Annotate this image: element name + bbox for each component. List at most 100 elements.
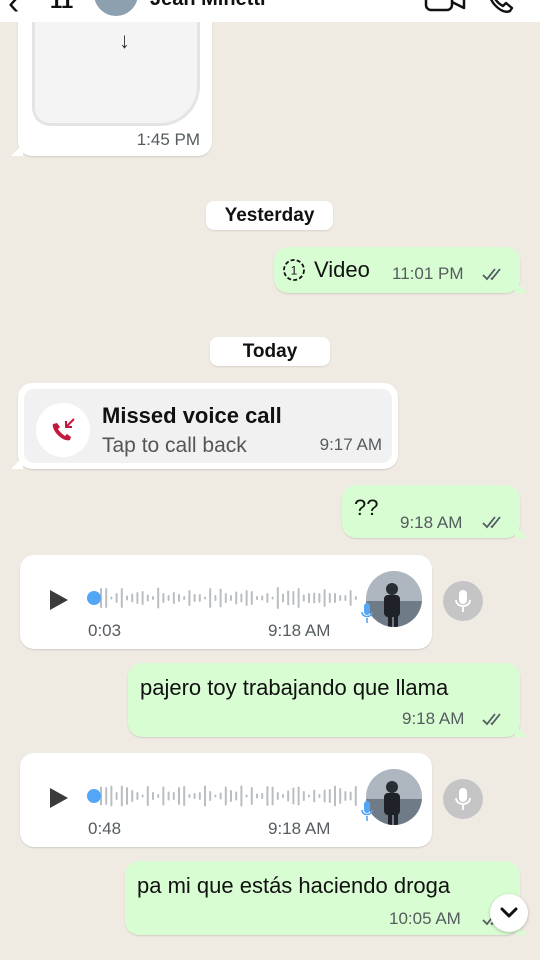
unread-count[interactable]: 11: [50, 0, 73, 14]
missed-call-message[interactable]: Missed voice call Tap to call back 9:17 …: [11, 383, 398, 469]
back-icon[interactable]: ‹: [8, 0, 19, 20]
waveform-bar: [250, 787, 253, 805]
waveform-bar: [271, 786, 274, 806]
waveform-bar: [219, 588, 222, 608]
waveform-bar: [110, 785, 113, 807]
waveform-bar: [266, 786, 269, 806]
voice-call-icon[interactable]: [484, 0, 516, 16]
document-preview[interactable]: ↓: [32, 16, 200, 126]
waveform-bar: [230, 595, 232, 601]
waveform-bar: [261, 595, 264, 601]
play-icon[interactable]: [48, 588, 70, 612]
waveform-bar: [188, 794, 191, 798]
waveform-bar: [214, 595, 217, 601]
date-chip-yesterday: Yesterday: [206, 201, 333, 230]
date-chip-today: Today: [210, 337, 330, 366]
message-time: 9:17 AM: [319, 435, 382, 454]
waveform-bar: [126, 787, 128, 805]
waveform-bar: [131, 790, 134, 802]
voice-waveform[interactable]: [86, 583, 362, 613]
missed-call-title: Missed voice call: [102, 403, 282, 428]
transcribe-button[interactable]: [443, 779, 483, 819]
waveform-bar: [209, 588, 212, 608]
waveform-bar: [313, 592, 316, 604]
voice-note-message[interactable]: 0:48 9:18 AM: [20, 753, 432, 847]
waveform-bar: [287, 590, 290, 606]
waveform-bar: [172, 592, 175, 604]
waveform-bar: [115, 593, 118, 603]
waveform-bar: [297, 786, 300, 806]
video-call-icon[interactable]: [424, 0, 466, 14]
scroll-down-button[interactable]: [490, 894, 528, 932]
waveform-bar: [282, 794, 284, 798]
waveform-bar: [193, 793, 196, 799]
waveform-bar: [344, 791, 347, 801]
double-tick-icon: [482, 713, 501, 726]
waveform-bar: [136, 592, 139, 604]
waveform-bar: [105, 588, 108, 608]
view-once-video-message[interactable]: 1 Video 11:01 PM: [274, 247, 527, 293]
waveform-bar: [152, 792, 154, 800]
message-text: pajero toy trabajando que llama: [140, 675, 449, 700]
download-arrow-icon[interactable]: ↓: [119, 28, 130, 54]
waveform-bar: [308, 593, 310, 603]
outgoing-message[interactable]: pajero toy trabajando que llama 9:18 AM: [128, 663, 527, 737]
waveform-bar: [110, 596, 113, 600]
waveform-bar: [271, 596, 274, 600]
sender-avatar[interactable]: [366, 769, 422, 825]
microphone-icon: [361, 801, 373, 821]
waveform-bar: [146, 594, 149, 602]
sender-avatar[interactable]: [366, 571, 422, 627]
contact-name[interactable]: Jean Minetti: [150, 0, 266, 11]
waveform-bar: [224, 786, 227, 806]
playback-position-handle[interactable]: [87, 591, 101, 605]
waveform-bar: [344, 595, 347, 601]
waveform-bar: [354, 786, 357, 806]
voice-waveform[interactable]: [86, 781, 362, 811]
waveform-bar: [245, 590, 248, 606]
contact-avatar[interactable]: [94, 0, 138, 16]
chat-header: ‹ 11 Jean Minetti: [0, 0, 540, 22]
playback-position-handle[interactable]: [87, 789, 101, 803]
waveform-bar: [240, 785, 243, 807]
waveform-bar: [339, 788, 342, 804]
waveform-bar: [292, 787, 295, 805]
transcribe-button[interactable]: [443, 581, 483, 621]
waveform-bar: [334, 785, 336, 807]
waveform-bar: [256, 793, 258, 799]
svg-text:1: 1: [291, 264, 298, 278]
waveform-bar: [146, 786, 149, 806]
waveform-bar: [136, 792, 139, 800]
waveform-bar: [204, 596, 206, 600]
waveform-bar: [214, 794, 217, 798]
waveform-bar: [240, 593, 243, 603]
waveform-bar: [308, 794, 310, 798]
waveform-bar: [318, 794, 321, 798]
voice-duration: 0:48: [88, 819, 122, 838]
tap-to-call-back[interactable]: Tap to call back: [102, 434, 247, 458]
waveform-bar: [131, 593, 134, 603]
outgoing-message[interactable]: pa mi que estás haciendo droga 10:05 AM: [125, 861, 527, 935]
message-time: 9:18 AM: [402, 709, 465, 728]
document-message[interactable]: ↓ 1:45 PM: [11, 16, 212, 156]
waveform-bar: [152, 596, 154, 600]
waveform-bar: [276, 792, 279, 800]
waveform-bar: [204, 785, 206, 807]
waveform-bar: [261, 793, 264, 799]
waveform-bar: [282, 593, 284, 603]
waveform-bar: [167, 595, 170, 601]
play-icon[interactable]: [48, 786, 70, 810]
outgoing-message[interactable]: ?? 9:18 AM: [342, 485, 527, 538]
waveform-bar: [256, 596, 258, 600]
waveform-bar: [198, 594, 201, 602]
message-text: pa mi que estás haciendo droga: [137, 873, 451, 898]
waveform-bar: [339, 595, 342, 601]
waveform-bar: [178, 594, 180, 602]
waveform-bar: [266, 593, 269, 603]
waveform-bar: [157, 587, 160, 609]
view-once-icon: 1: [283, 259, 305, 281]
voice-note-message[interactable]: 0:03 9:18 AM: [20, 555, 432, 649]
waveform-bar: [224, 593, 227, 603]
waveform-bar: [105, 787, 108, 805]
waveform-bar: [126, 595, 128, 601]
